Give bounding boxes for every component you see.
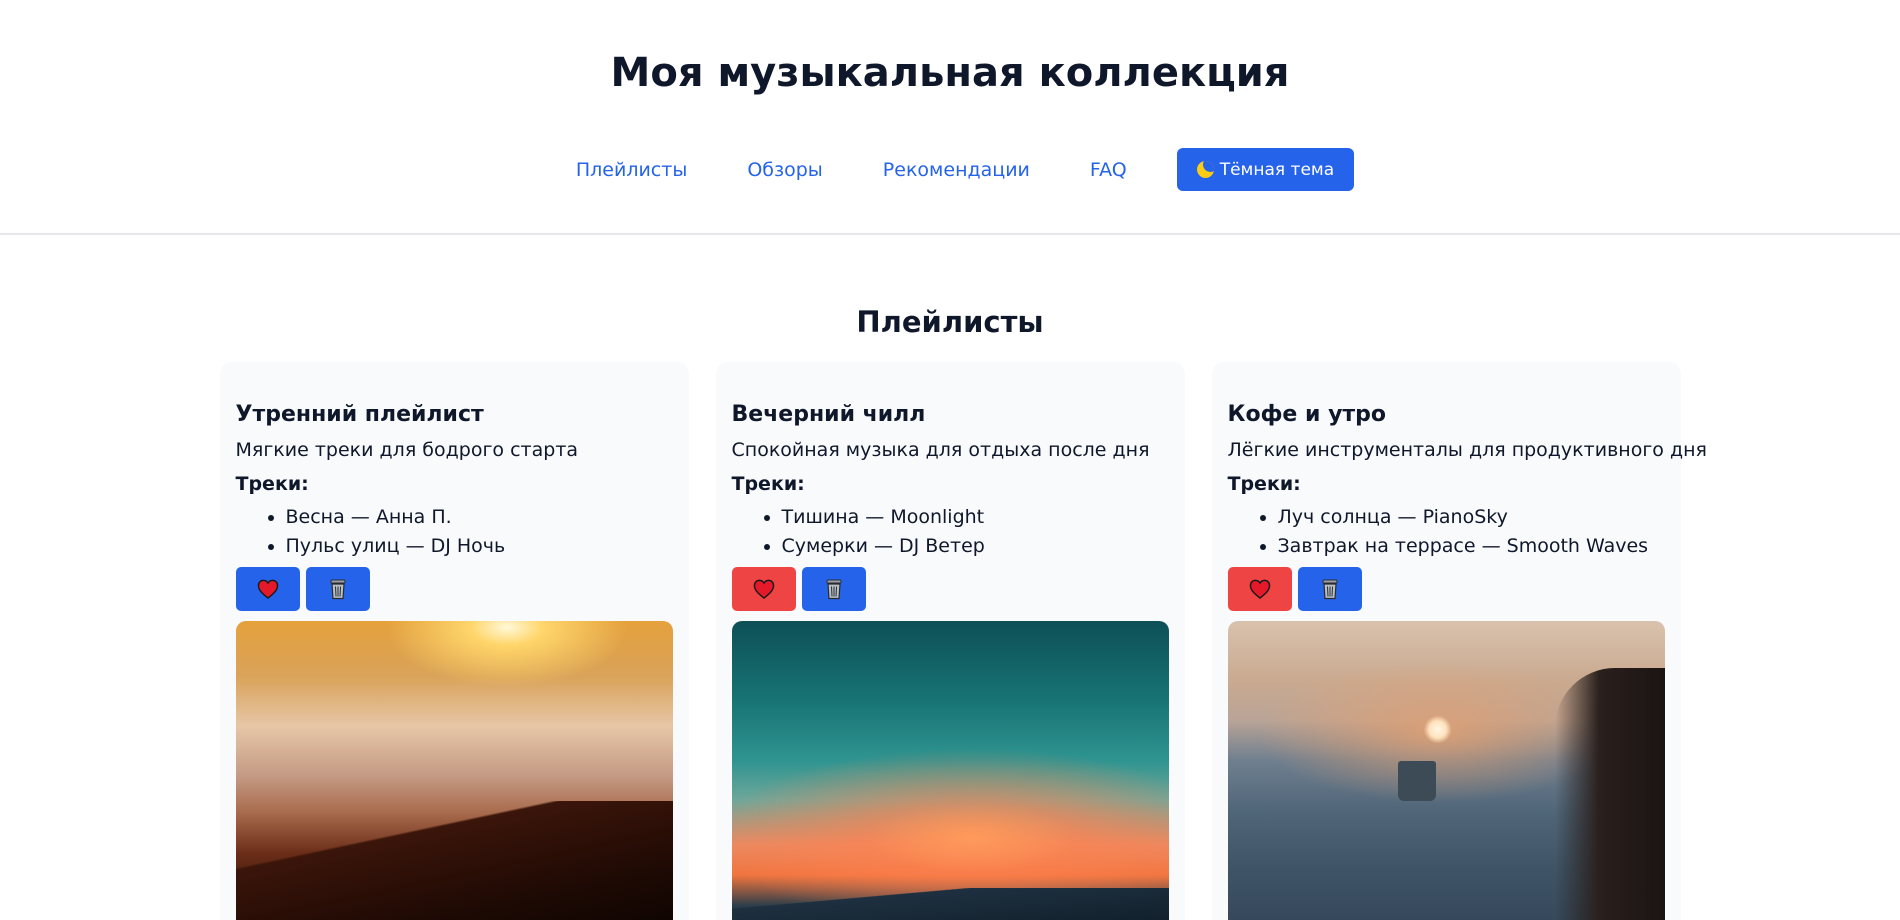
card-actions <box>235 567 673 611</box>
like-button[interactable] <box>1227 567 1292 611</box>
playlist-title: Утренний плейлист <box>235 402 484 427</box>
playlist-cover-image <box>731 621 1169 920</box>
heart-icon <box>1249 579 1270 599</box>
nav-link-reviews[interactable]: Обзоры <box>747 159 822 181</box>
playlist-description: Спокойная музыка для отдыха после дня <box>731 439 1150 461</box>
playlist-title: Вечерний чилл <box>731 402 926 427</box>
playlist-cover-image <box>235 621 673 920</box>
page-title: Моя музыкальная коллекция <box>610 50 1290 96</box>
dark-theme-button[interactable]: Тёмная тема <box>1176 148 1355 191</box>
heart-icon <box>257 579 278 599</box>
track-item: Завтрак на террасе — Smooth Waves <box>1278 532 1665 561</box>
card-actions <box>731 567 1169 611</box>
heart-icon <box>753 579 774 599</box>
delete-button[interactable] <box>305 567 370 611</box>
playlist-description: Лёгкие инструменталы для продуктивного д… <box>1227 439 1707 461</box>
playlist-description: Мягкие треки для бодрого старта <box>235 439 579 461</box>
tracks-label: Треки: <box>731 473 805 495</box>
playlist-card: Вечерний чилл Спокойная музыка для отдых… <box>715 362 1185 920</box>
site-header: Моя музыкальная коллекция Плейлисты Обзо… <box>0 0 1900 235</box>
track-list: Тишина — Moonlight Сумерки — DJ Ветер <box>732 503 1169 561</box>
nav-link-playlists[interactable]: Плейлисты <box>576 159 687 181</box>
track-item: Луч солнца — PianoSky <box>1278 503 1665 532</box>
dark-theme-label: Тёмная тема <box>1219 159 1335 180</box>
track-item: Тишина — Moonlight <box>782 503 1169 532</box>
card-actions <box>1227 567 1665 611</box>
playlist-title: Кофе и утро <box>1227 402 1387 427</box>
like-button[interactable] <box>731 567 796 611</box>
playlist-card: Кофе и утро Лёгкие инструменталы для про… <box>1211 362 1707 920</box>
nav-link-faq[interactable]: FAQ <box>1090 159 1127 181</box>
section-title: Плейлисты <box>856 305 1044 339</box>
trash-icon <box>1322 579 1337 600</box>
tracks-label: Треки: <box>1227 473 1301 495</box>
delete-button[interactable] <box>801 567 866 611</box>
trash-icon <box>330 579 345 600</box>
track-item: Весна — Анна П. <box>286 503 673 532</box>
track-list: Весна — Анна П. Пульс улиц — DJ Ночь <box>236 503 673 561</box>
moon-icon <box>1196 161 1214 178</box>
playlist-grid: Утренний плейлист Мягкие треки для бодро… <box>0 362 1900 920</box>
track-list: Луч солнца — PianoSky Завтрак на террасе… <box>1228 503 1665 561</box>
main-nav: Плейлисты Обзоры Рекомендации FAQ Тёмная… <box>0 148 1900 191</box>
track-item: Сумерки — DJ Ветер <box>782 532 1169 561</box>
like-button[interactable] <box>235 567 300 611</box>
trash-icon <box>826 579 841 600</box>
tracks-label: Треки: <box>235 473 309 495</box>
delete-button[interactable] <box>1297 567 1362 611</box>
nav-link-recommendations[interactable]: Рекомендации <box>883 159 1030 181</box>
track-item: Пульс улиц — DJ Ночь <box>286 532 673 561</box>
main-content: Плейлисты Утренний плейлист Мягкие треки… <box>0 235 1900 920</box>
playlist-card: Утренний плейлист Мягкие треки для бодро… <box>219 362 689 920</box>
playlist-cover-image <box>1227 621 1665 920</box>
